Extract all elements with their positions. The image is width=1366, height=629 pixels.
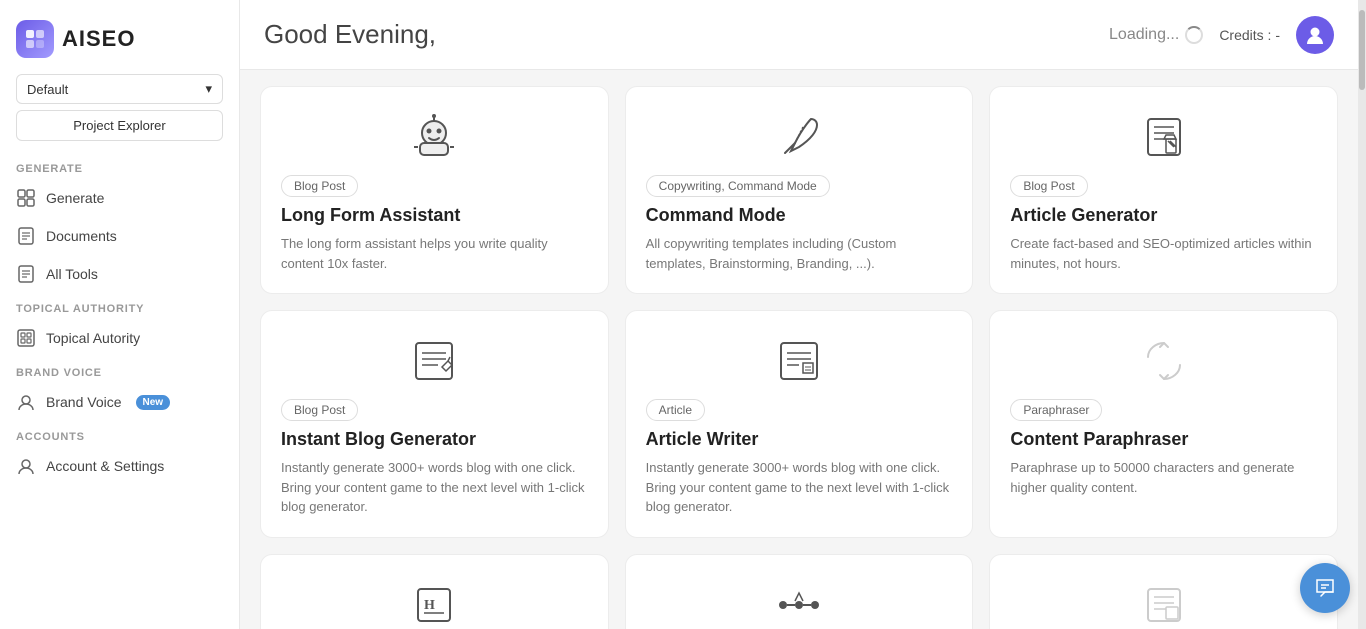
generate-label: Generate: [46, 190, 104, 206]
logo-area: AISEO: [0, 12, 239, 74]
logo-icon: [16, 20, 54, 58]
card-icon-area: [646, 575, 953, 629]
sidebar-item-brand-voice[interactable]: Brand Voice New: [0, 383, 239, 421]
card-title: Long Form Assistant: [281, 205, 588, 226]
card-title: Content Paraphraser: [1010, 429, 1317, 450]
card-icon-area: [646, 107, 953, 167]
robot-icon: [410, 113, 458, 161]
topical-authority-label: Topical Autority: [46, 330, 140, 346]
documents-label: Documents: [46, 228, 117, 244]
accounts-section-label: ACCOUNTS: [0, 421, 239, 447]
loading-text: Loading...: [1109, 26, 1179, 44]
greeting-text: Good Evening,: [264, 19, 436, 50]
card-topical-authority[interactable]: Authority Topical Authority Activate Win…: [989, 554, 1338, 629]
article-writer-icon: [775, 337, 823, 385]
header-right: Loading... Credits : -: [1109, 16, 1334, 54]
brand-voice-label: Brand Voice: [46, 394, 122, 410]
user-avatar[interactable]: [1296, 16, 1334, 54]
brand-voice-badge: New: [136, 395, 171, 410]
account-settings-icon: [16, 456, 36, 476]
article-gen-icon: [1140, 113, 1188, 161]
default-dropdown[interactable]: Default ▾: [16, 74, 223, 104]
bypass-ai-icon: [775, 581, 823, 629]
card-command-mode[interactable]: Copywriting, Command Mode Command Mode A…: [625, 86, 974, 294]
card-icon-area: H: [281, 575, 588, 629]
card-icon-area: [1010, 107, 1317, 167]
card-icon-area: [1010, 331, 1317, 391]
sidebar-item-all-tools[interactable]: All Tools: [0, 255, 239, 293]
documents-icon: [16, 226, 36, 246]
brand-voice-icon: [16, 392, 36, 412]
sidebar-item-topical-authority[interactable]: Topical Autority: [0, 319, 239, 357]
loading-spinner: [1185, 26, 1203, 44]
paraphraser-icon: [1140, 337, 1188, 385]
logo-text: AISEO: [62, 26, 135, 52]
card-tag: Blog Post: [1010, 175, 1087, 197]
card-long-form-assistant[interactable]: Blog Post Long Form Assistant The long f…: [260, 86, 609, 294]
card-icon-area: [281, 331, 588, 391]
card-desc: Instantly generate 3000+ words blog with…: [281, 458, 588, 517]
all-tools-label: All Tools: [46, 266, 98, 282]
authority-icon: [1140, 581, 1188, 629]
generate-section-label: GENERATE: [0, 153, 239, 179]
brand-voice-section-label: BRAND VOICE: [0, 357, 239, 383]
card-content-paraphraser[interactable]: Paraphraser Content Paraphraser Paraphra…: [989, 310, 1338, 538]
card-desc: The long form assistant helps you write …: [281, 234, 588, 273]
page-scrollbar[interactable]: [1358, 0, 1366, 629]
card-tag: Article: [646, 399, 705, 421]
generate-icon: [16, 188, 36, 208]
account-settings-label: Account & Settings: [46, 458, 164, 474]
chat-bubble-button[interactable]: [1300, 563, 1350, 613]
header: Good Evening, Loading... Credits : -: [240, 0, 1358, 70]
cards-grid: Blog Post Long Form Assistant The long f…: [260, 86, 1338, 629]
sidebar-item-documents[interactable]: Documents: [0, 217, 239, 255]
all-tools-icon: [16, 264, 36, 284]
card-title: Instant Blog Generator: [281, 429, 588, 450]
card-article-generator[interactable]: Blog Post Article Generator Create fact-…: [989, 86, 1338, 294]
card-content-improver[interactable]: H Content Improver Brand Writing: [260, 554, 609, 629]
sidebar-item-account-settings[interactable]: Account & Settings: [0, 447, 239, 485]
svg-text:H: H: [424, 598, 435, 613]
credits-label: Credits : -: [1219, 27, 1280, 43]
card-desc: Instantly generate 3000+ words blog with…: [646, 458, 953, 517]
card-tag: Copywriting, Command Mode: [646, 175, 830, 197]
content-improver-icon: H: [410, 581, 458, 629]
credits-section: Credits : -: [1219, 27, 1280, 43]
card-title: Command Mode: [646, 205, 953, 226]
card-icon-area: [281, 107, 588, 167]
card-desc: Paraphrase up to 50000 characters and ge…: [1010, 458, 1317, 497]
card-bypass-ai[interactable]: Bypass AI Bypass AI Detector: [625, 554, 974, 629]
sidebar: AISEO Default ▾ Project Explorer GENERAT…: [0, 0, 240, 629]
main-content: Good Evening, Loading... Credits : -: [240, 0, 1358, 629]
content-area: Blog Post Long Form Assistant The long f…: [240, 70, 1358, 629]
feather-icon: [775, 113, 823, 161]
card-icon-area: [1010, 575, 1317, 629]
loading-indicator: Loading...: [1109, 26, 1203, 44]
card-article-writer[interactable]: Article Article Writer Instantly generat…: [625, 310, 974, 538]
card-title: Article Writer: [646, 429, 953, 450]
card-desc: Create fact-based and SEO-optimized arti…: [1010, 234, 1317, 273]
card-tag: Paraphraser: [1010, 399, 1102, 421]
topical-authority-icon: [16, 328, 36, 348]
card-tag: Blog Post: [281, 399, 358, 421]
sidebar-controls: Default ▾ Project Explorer: [0, 74, 239, 153]
card-tag: Blog Post: [281, 175, 358, 197]
card-icon-area: [646, 331, 953, 391]
chevron-down-icon: ▾: [205, 81, 212, 97]
sidebar-item-generate[interactable]: Generate: [0, 179, 239, 217]
topical-authority-section-label: TOPICAL AUTHORITY: [0, 293, 239, 319]
card-instant-blog-generator[interactable]: Blog Post Instant Blog Generator Instant…: [260, 310, 609, 538]
scrollbar-thumb: [1359, 10, 1365, 90]
blog-gen-icon: [410, 337, 458, 385]
card-desc: All copywriting templates including (Cus…: [646, 234, 953, 273]
project-explorer-button[interactable]: Project Explorer: [16, 110, 223, 141]
card-title: Article Generator: [1010, 205, 1317, 226]
